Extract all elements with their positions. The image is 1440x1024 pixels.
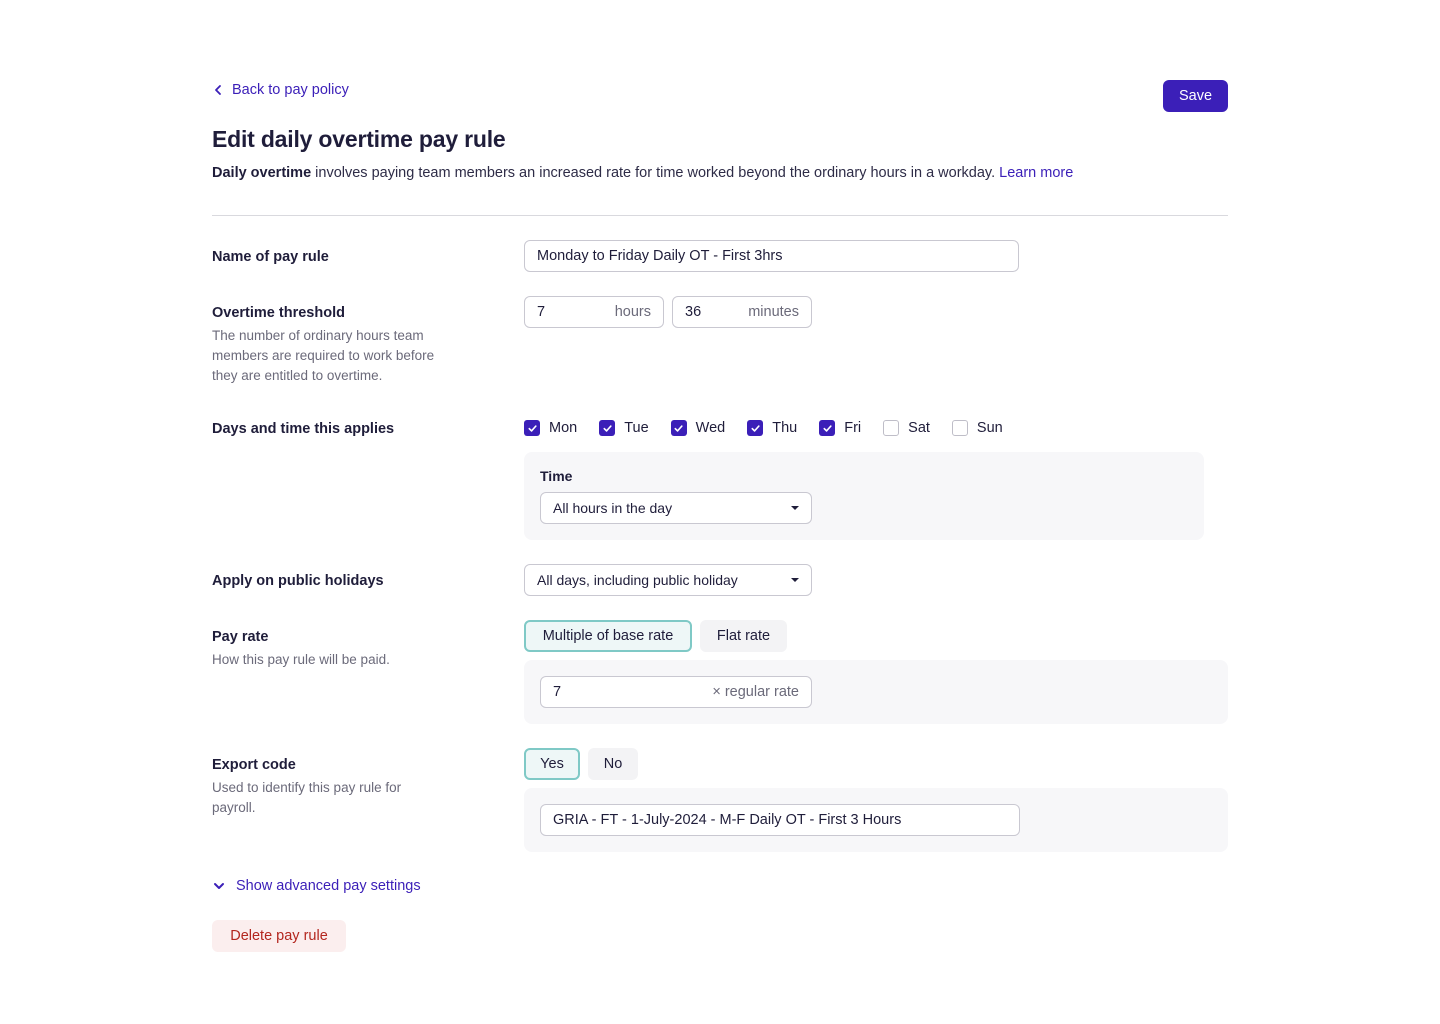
- intro-bold: Daily overtime: [212, 165, 312, 181]
- holidays-label: Apply on public holidays: [212, 573, 384, 589]
- export-code-help: Used to identify this pay rule for payro…: [212, 780, 402, 815]
- advanced-label: Show advanced pay settings: [236, 878, 421, 894]
- divider: [212, 215, 1228, 216]
- time-label: Time: [540, 468, 573, 484]
- day-checkbox-sat[interactable]: Sat: [883, 420, 930, 436]
- day-checkbox-tue[interactable]: Tue: [599, 420, 649, 436]
- day-checkboxes: Mon Tue Wed Thu Fri Sat Sun: [524, 418, 1025, 438]
- check-icon: [823, 424, 832, 432]
- pay-rate-flat-option[interactable]: Flat rate: [700, 620, 787, 652]
- multiplier-input[interactable]: 7 × regular rate: [540, 676, 812, 708]
- day-label: Wed: [695, 420, 726, 436]
- checkbox[interactable]: [747, 420, 764, 436]
- threshold-label: Overtime threshold: [212, 305, 345, 321]
- hours-input[interactable]: 7 hours: [524, 296, 664, 328]
- day-label: Sun: [976, 420, 1003, 436]
- check-icon: [527, 424, 537, 432]
- multiplier-value: 7: [553, 684, 562, 700]
- export-code-no-option[interactable]: No: [588, 748, 638, 780]
- page-title: Edit daily overtime pay rule: [212, 126, 506, 152]
- checkbox[interactable]: [951, 420, 968, 436]
- pay-rate-label: Pay rate: [212, 629, 269, 645]
- chevron-left-icon: [215, 85, 221, 95]
- save-button[interactable]: Save: [1163, 80, 1228, 112]
- name-input-value: Monday to Friday Daily OT - First 3hrs: [537, 248, 783, 264]
- export-code-label: Export code: [212, 757, 296, 773]
- minutes-input[interactable]: 36 minutes: [672, 296, 812, 328]
- pay-rate-help: How this pay rule will be paid.: [212, 652, 390, 667]
- days-label: Days and time this applies: [212, 421, 395, 437]
- checkbox[interactable]: [883, 420, 900, 436]
- day-checkbox-wed[interactable]: Wed: [670, 420, 726, 436]
- chevron-down-icon: [214, 883, 224, 889]
- time-select[interactable]: All hours in the day: [540, 492, 812, 524]
- day-label: Thu: [772, 420, 798, 436]
- day-label: Fri: [844, 420, 862, 436]
- back-link-label: Back to pay policy: [232, 82, 349, 98]
- learn-more-link[interactable]: Learn more: [999, 165, 1073, 181]
- delete-pay-rule-button[interactable]: Delete pay rule: [212, 920, 346, 952]
- checkbox[interactable]: [599, 420, 616, 436]
- day-checkbox-mon[interactable]: Mon: [524, 420, 577, 436]
- threshold-help: The number of ordinary hours team member…: [212, 328, 435, 383]
- checkbox[interactable]: [670, 420, 687, 436]
- day-checkbox-thu[interactable]: Thu: [747, 420, 797, 436]
- export-code-yes-option[interactable]: Yes: [524, 748, 580, 780]
- day-label: Tue: [624, 420, 649, 436]
- time-select-value: All hours in the day: [553, 500, 673, 516]
- checkbox[interactable]: [524, 420, 540, 436]
- check-icon: [674, 424, 683, 432]
- hours-suffix: hours: [614, 304, 651, 320]
- intro-text: Daily overtime involves paying team memb…: [212, 165, 1073, 181]
- minutes-value: 36: [685, 304, 702, 320]
- show-advanced-settings-link[interactable]: Show advanced pay settings: [212, 876, 421, 896]
- day-checkbox-sun[interactable]: Sun: [951, 420, 1003, 436]
- hours-value: 7: [537, 304, 546, 320]
- holidays-select-value: All days, including public holiday: [537, 572, 738, 588]
- caret-down-icon: [791, 578, 799, 582]
- day-checkbox-fri[interactable]: Fri: [819, 420, 861, 436]
- holidays-select[interactable]: All days, including public holiday: [524, 564, 812, 596]
- checkbox[interactable]: [819, 420, 836, 436]
- name-label: Name of pay rule: [212, 249, 329, 265]
- intro-body: involves paying team members an increase…: [311, 165, 1000, 181]
- export-code-input[interactable]: GRIA - FT - 1-July-2024 - M-F Daily OT -…: [540, 804, 1020, 836]
- minutes-suffix: minutes: [748, 304, 799, 320]
- multiplier-suffix: × regular rate: [712, 684, 799, 700]
- caret-down-icon: [791, 506, 799, 510]
- day-label: Sat: [908, 420, 930, 436]
- export-code-value: GRIA - FT - 1-July-2024 - M-F Daily OT -…: [553, 812, 902, 828]
- back-to-pay-policy-link[interactable]: Back to pay policy: [212, 80, 349, 100]
- check-icon: [603, 424, 612, 432]
- day-label: Mon: [549, 420, 578, 436]
- check-icon: [751, 424, 760, 432]
- pay-rate-multiple-option[interactable]: Multiple of base rate: [524, 620, 692, 652]
- name-input[interactable]: Monday to Friday Daily OT - First 3hrs: [524, 240, 1019, 272]
